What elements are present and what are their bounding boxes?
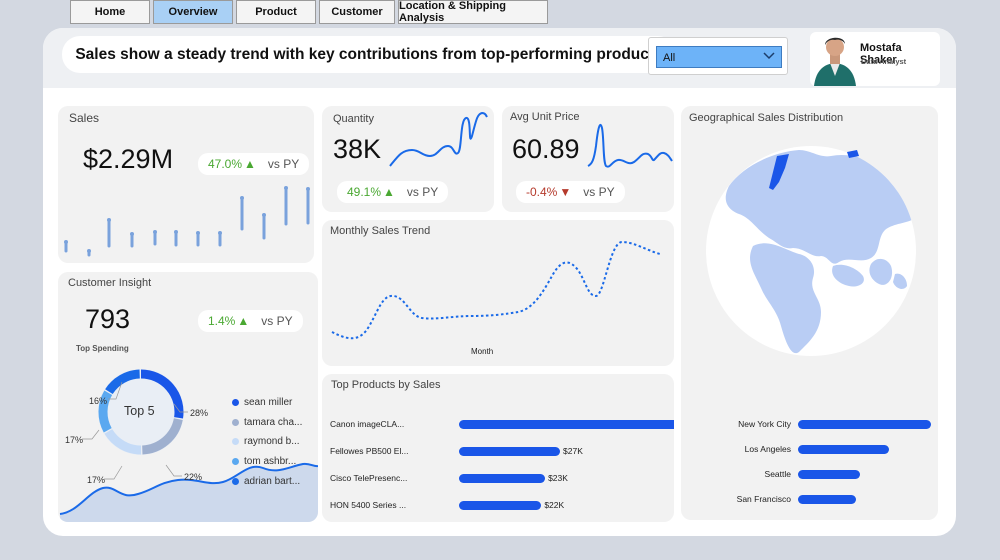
legend-item: tom ashbr... xyxy=(232,456,296,467)
quantity-vs-label: vs PY xyxy=(406,185,439,199)
filter-slicer: All xyxy=(648,37,788,75)
city-bar-label: Seattle xyxy=(764,469,791,479)
sales-card: Sales $2.29M 47.0% ▲ vs PY xyxy=(58,106,314,263)
avg-price-change: -0.4% xyxy=(526,185,558,199)
product-bar-label: Canon imageCLA... xyxy=(330,419,405,429)
legend-item: adrian bart... xyxy=(232,476,300,487)
tab-overview[interactable]: Overview xyxy=(153,0,233,24)
quantity-change: 49.1% xyxy=(347,185,382,199)
product-bar[interactable] xyxy=(459,501,542,510)
sales-sparkline xyxy=(64,186,310,257)
product-bar[interactable] xyxy=(459,447,561,456)
profile-card: Mostafa Shaker Data Analyst xyxy=(810,32,940,86)
avg-price-change-badge: -0.4% ▼ vs PY xyxy=(516,181,625,203)
down-arrow-icon: ▼ xyxy=(559,185,572,199)
legend-item: raymond b... xyxy=(232,436,300,447)
tab-product[interactable]: Product xyxy=(236,0,316,24)
chevron-down-icon xyxy=(763,50,775,63)
quantity-card: Quantity 38K 49.1% ▲ vs PY xyxy=(322,106,494,212)
tab-location-shipping[interactable]: Location & Shipping Analysis xyxy=(398,0,548,24)
product-bar[interactable] xyxy=(459,420,674,429)
legend-label: tom ashbr... xyxy=(244,456,297,467)
city-bar[interactable] xyxy=(798,495,857,504)
filter-value: All xyxy=(663,52,676,64)
tab-home[interactable]: Home xyxy=(70,0,150,24)
city-bar-label: New York City xyxy=(738,419,791,429)
trend-line xyxy=(331,240,661,340)
legend-label: tamara cha... xyxy=(244,417,303,428)
product-bar[interactable] xyxy=(459,474,546,483)
trend-x-label: Month xyxy=(471,347,494,356)
geo-card: Geographical Sales Distribution New York… xyxy=(681,106,938,520)
profile-role: Data Analyst xyxy=(861,57,907,66)
legend-item: tamara cha... xyxy=(232,417,302,428)
header-bar: Sales show a steady trend with key contr… xyxy=(43,28,956,88)
tab-customer[interactable]: Customer xyxy=(319,0,395,24)
filter-dropdown[interactable]: All xyxy=(656,46,782,68)
city-bar-label: Philadelphia xyxy=(745,519,791,520)
product-bar-value: $27K xyxy=(563,446,583,456)
product-bar-label: Fellowes PB500 El... xyxy=(330,446,409,456)
legend-item: sean miller xyxy=(232,397,292,408)
legend-label: sean miller xyxy=(244,397,293,408)
monthly-trend-card: Monthly Sales Trend Month xyxy=(322,220,674,366)
city-bar[interactable] xyxy=(798,445,890,454)
legend-label: raymond b... xyxy=(244,436,300,447)
avg-price-card: Avg Unit Price 60.89 -0.4% ▼ vs PY xyxy=(502,106,674,212)
city-bar-label: Los Angeles xyxy=(744,444,791,454)
products-title: Top Products by Sales xyxy=(331,379,441,391)
page-tabs: Home Overview Product Customer Location … xyxy=(70,0,548,26)
product-bar-label: HON 5400 Series ... xyxy=(330,500,407,510)
product-bar-label: Cisco TelePresenc... xyxy=(330,473,408,483)
city-bar[interactable] xyxy=(798,470,861,479)
avatar xyxy=(810,32,860,86)
product-bar-value: $22K xyxy=(544,500,565,510)
avg-price-vs-label: vs PY xyxy=(583,185,615,199)
product-bar-value: $23K xyxy=(548,473,568,483)
customer-card: Customer Insight 793 1.4% ▲ vs PY Top Sp… xyxy=(58,272,318,522)
page-headline: Sales show a steady trend with key contr… xyxy=(62,36,676,73)
top-products-card: Top Products by Sales Canon imageCLA... $… xyxy=(322,374,674,522)
up-arrow-icon: ▲ xyxy=(383,185,395,199)
globe-map xyxy=(706,146,916,356)
city-bar[interactable] xyxy=(798,420,931,429)
city-bar-label: San Francisco xyxy=(736,494,791,504)
quantity-change-badge: 49.1% ▲ vs PY xyxy=(337,181,449,203)
legend-label: adrian bart... xyxy=(244,476,301,487)
dashboard-frame: Sales show a steady trend with key contr… xyxy=(43,28,956,536)
